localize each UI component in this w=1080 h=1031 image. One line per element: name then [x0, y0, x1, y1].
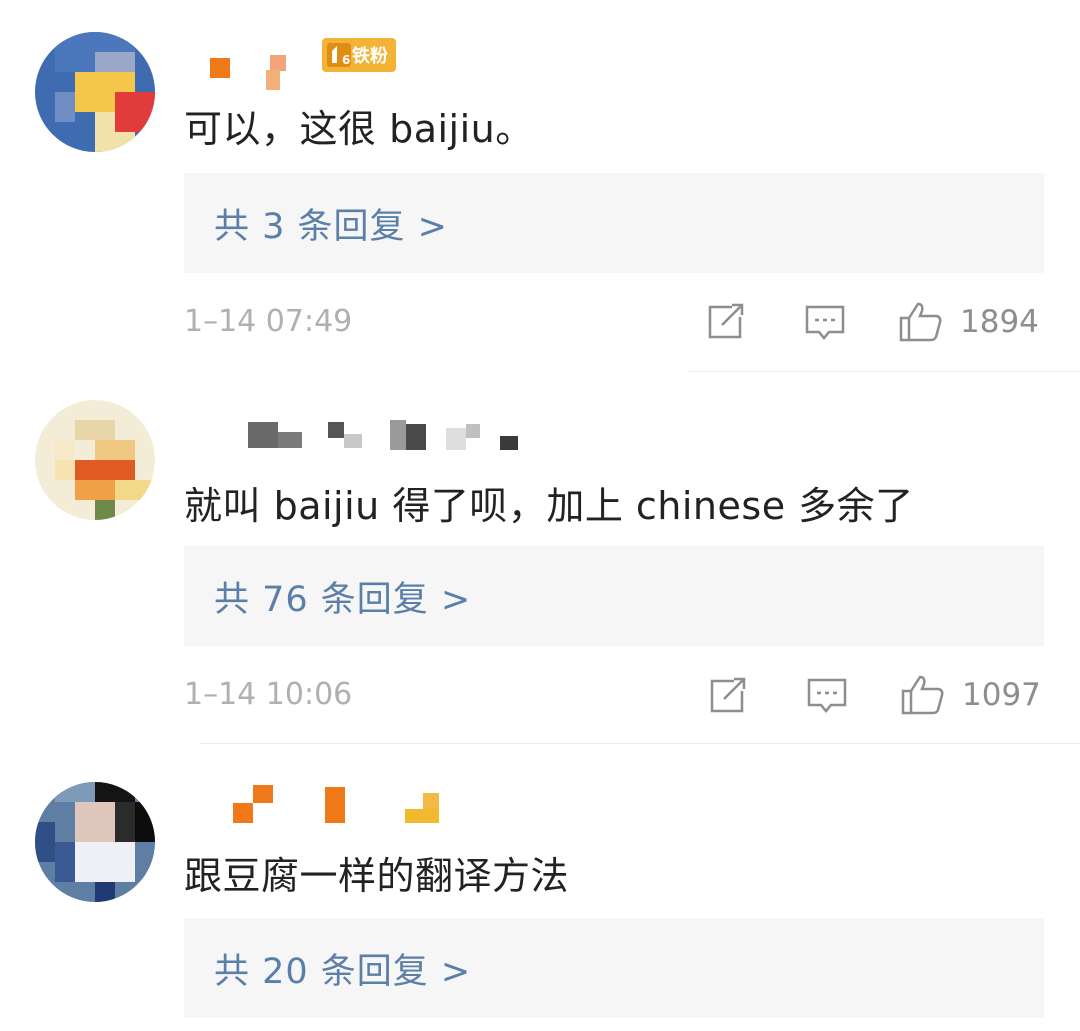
comment-text: 就叫 baijiu 得了呗，加上 chinese 多余了 [184, 484, 914, 528]
comment-icon[interactable] [803, 302, 847, 344]
timestamp: 1–14 10:06 [184, 677, 353, 712]
svg-text:6: 6 [342, 53, 350, 67]
replies-link[interactable]: 共 76 条回复 > [184, 546, 1044, 646]
avatar-user-2[interactable] [35, 400, 155, 520]
like-count: 1894 [960, 304, 1039, 340]
like-count: 1097 [962, 677, 1041, 713]
thumbs-up-icon[interactable] [900, 673, 946, 717]
thumbs-up-icon[interactable] [898, 300, 944, 344]
replies-link[interactable]: 共 20 条回复 > [184, 918, 1044, 1018]
share-icon[interactable] [706, 676, 750, 716]
share-icon[interactable] [704, 302, 748, 342]
comment-text: 可以，这很 baijiu。 [184, 107, 534, 151]
replies-count-label: 共 20 条回复 > [214, 951, 472, 992]
comment-text: 跟豆腐一样的翻译方法 [184, 854, 570, 898]
comment-icon[interactable] [805, 675, 849, 717]
divider [688, 371, 1080, 372]
replies-count-label: 共 76 条回复 > [214, 579, 472, 620]
replies-count-label: 共 3 条回复 > [214, 206, 448, 247]
avatar-user-1[interactable] [35, 32, 155, 152]
avatar-user-3[interactable] [35, 782, 155, 902]
replies-link[interactable]: 共 3 条回复 > [184, 173, 1044, 273]
timestamp: 1–14 07:49 [184, 304, 353, 339]
badge-label: 铁粉 [352, 46, 388, 67]
divider [200, 743, 1080, 744]
fan-badge-icon: 6 [327, 43, 351, 67]
fan-badge: 6 铁粉 [322, 38, 396, 72]
